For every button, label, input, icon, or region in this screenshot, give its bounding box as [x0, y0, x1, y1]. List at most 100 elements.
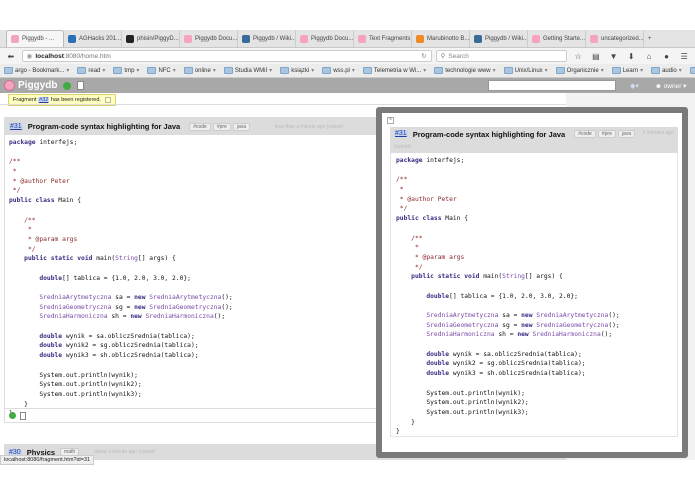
tab-label: phisin/PiggyD...: [137, 35, 179, 42]
tab-label: Text Fragments: [369, 35, 411, 42]
browser-tab[interactable]: Marubinotto B...: [412, 30, 470, 47]
bookmark-folder[interactable]: Studia WMiI ▾: [223, 67, 273, 74]
tag-java[interactable]: java: [232, 122, 251, 131]
reload-icon[interactable]: ↻: [421, 52, 426, 60]
close-notice-icon[interactable]: [104, 97, 111, 103]
pocket-icon[interactable]: ▼: [607, 52, 621, 61]
code-text: ();: [608, 312, 620, 319]
bookmark-label: audio: [662, 67, 677, 74]
browser-tab[interactable]: Getting Starte...: [528, 30, 586, 47]
browser-search[interactable]: ⚲ Search: [435, 50, 568, 62]
code-line: /**: [396, 234, 672, 244]
browser-tab[interactable]: Piggydb / Wiki...: [470, 30, 528, 47]
back-icon[interactable]: ⬅: [4, 52, 18, 61]
browser-tab[interactable]: uncategorized...: [586, 30, 644, 47]
code-line: double wynik2 = sg.obliczSrednia(tablica…: [396, 359, 672, 369]
bookmark-folder[interactable]: Learn ▾: [611, 67, 643, 74]
search-placeholder: Search: [448, 52, 469, 60]
code-keyword: package: [9, 139, 36, 146]
bookmark-label: ksiązki: [291, 67, 310, 74]
code-line: System.out.println(wynik);: [396, 389, 672, 399]
tab-favicon-icon: [300, 34, 308, 43]
chevron-down-icon: ▾: [492, 68, 496, 74]
code-keyword: new: [517, 331, 529, 339]
add-child-icon[interactable]: [9, 412, 16, 419]
app-logo[interactable]: Piggydb: [4, 80, 57, 91]
download-icon[interactable]: ⬇: [624, 52, 638, 61]
code-type: SredniaHarmoniczna: [9, 313, 108, 321]
bookmark-folder[interactable]: Telemetria w Wi... ▾: [362, 67, 426, 74]
browser-tab[interactable]: Piggydb / Wiki...: [238, 30, 296, 47]
address-bar[interactable]: ◉ localhost:8080/home.htm ↻: [21, 50, 432, 62]
tag-filter-icon[interactable]: ◆▾: [630, 82, 639, 90]
user-menu[interactable]: ☻ owner ▾: [655, 82, 686, 90]
bookmark-folder[interactable]: twitter▾: [689, 67, 695, 74]
code-type: String: [115, 255, 138, 263]
bookmark-folder[interactable]: online ▾: [183, 67, 216, 74]
tag-code[interactable]: #code: [574, 130, 596, 138]
code-line: SredniaGeometryczna sg = new SredniaGeom…: [396, 321, 672, 331]
bookmark-label: technologie www: [445, 67, 491, 74]
bookmark-folder[interactable]: read ▾: [77, 67, 105, 74]
notice-fragment-link[interactable]: #32: [38, 97, 50, 103]
fragment-meta: less than a minute ago (owner): [275, 123, 344, 130]
new-file-icon[interactable]: [77, 81, 85, 90]
tab-label: Piggydb / Wiki...: [253, 35, 296, 42]
chevron-down-icon: ▾: [351, 68, 355, 74]
bookmark-folder[interactable]: Organicznie ▾: [555, 67, 604, 74]
code-line: *: [396, 243, 672, 253]
tag-code[interactable]: #code: [189, 122, 211, 131]
fragment-title[interactable]: Program-code syntax highlighting for Jav…: [28, 122, 181, 131]
attach-file-icon[interactable]: [20, 411, 26, 420]
browser-tab[interactable]: AGHacks 201...: [64, 30, 122, 47]
chevron-down-icon: ▾: [544, 68, 548, 74]
code-type: SredniaGeometryczna: [9, 303, 112, 311]
tab-favicon-icon: [532, 34, 540, 43]
code-text: interfejs;: [422, 157, 465, 164]
browser-tab[interactable]: Piggydb Docu...: [296, 30, 354, 47]
bookmark-folder[interactable]: Unix/Linux ▾: [503, 67, 548, 74]
tag-pre[interactable]: #pre: [597, 130, 616, 138]
fragment-title[interactable]: Program-code syntax highlighting for Jav…: [413, 130, 566, 139]
bookmark-label: argo - Bookmark...: [15, 67, 65, 74]
bookmark-folder[interactable]: tmp ▾: [113, 67, 139, 74]
browser-tab[interactable]: phisin/PiggyD...: [122, 30, 180, 47]
browser-tab[interactable]: Text Fragments: [354, 30, 412, 47]
code-line: SredniaHarmoniczna sh = new SredniaHarmo…: [396, 330, 672, 340]
fragment-id-link[interactable]: #31: [394, 130, 408, 137]
fragment-id-link[interactable]: #31: [9, 123, 23, 130]
bookmark-label: Studia WMiI: [234, 67, 268, 74]
code-type: SredniaArytmetyczna: [396, 312, 499, 319]
tag-pre[interactable]: #pre: [212, 122, 231, 131]
bookmark-folder[interactable]: technologie www ▾: [434, 67, 496, 74]
code-line: }: [396, 418, 672, 428]
menu-icon[interactable]: ☰: [677, 52, 691, 61]
browser-tab[interactable]: Piggydb - ...: [6, 30, 64, 47]
home-icon[interactable]: ⌂: [642, 52, 656, 61]
bookmark-folder[interactable]: ksiązki ▾: [280, 67, 314, 74]
chat-icon[interactable]: ●: [660, 52, 674, 61]
app-search-input[interactable]: [488, 80, 616, 91]
new-tab-button[interactable]: +: [644, 30, 660, 47]
code-text: }: [396, 428, 400, 436]
clipboard-icon[interactable]: ▤: [589, 52, 603, 61]
bookmark-star-icon[interactable]: ☆: [571, 52, 585, 61]
bookmark-folder[interactable]: wss.pl ▾: [322, 67, 355, 74]
tab-label: Piggydb - ...: [22, 36, 55, 42]
code-text: ();: [600, 331, 613, 339]
popup-fragment-header: #31 Program-code syntax highlighting for…: [390, 127, 678, 153]
browser-tab[interactable]: Piggydb Docu...: [180, 30, 238, 47]
code-comment: *: [396, 244, 419, 252]
fragment-owner: (owner): [394, 143, 411, 150]
chevron-down-icon: ▾: [269, 68, 273, 74]
bookmark-folder[interactable]: argo - Bookmark... ▾: [4, 67, 69, 74]
bookmark-folder[interactable]: NFC ▾: [147, 67, 176, 74]
tag-java[interactable]: java: [617, 130, 636, 138]
bookmark-folder[interactable]: audio ▾: [651, 67, 682, 74]
chevron-down-icon: ▾: [311, 68, 315, 74]
close-popup-icon[interactable]: ×: [387, 117, 394, 124]
add-fragment-icon[interactable]: [63, 81, 72, 90]
code-line: * @param args: [396, 253, 672, 263]
code-comment: *: [9, 168, 17, 176]
